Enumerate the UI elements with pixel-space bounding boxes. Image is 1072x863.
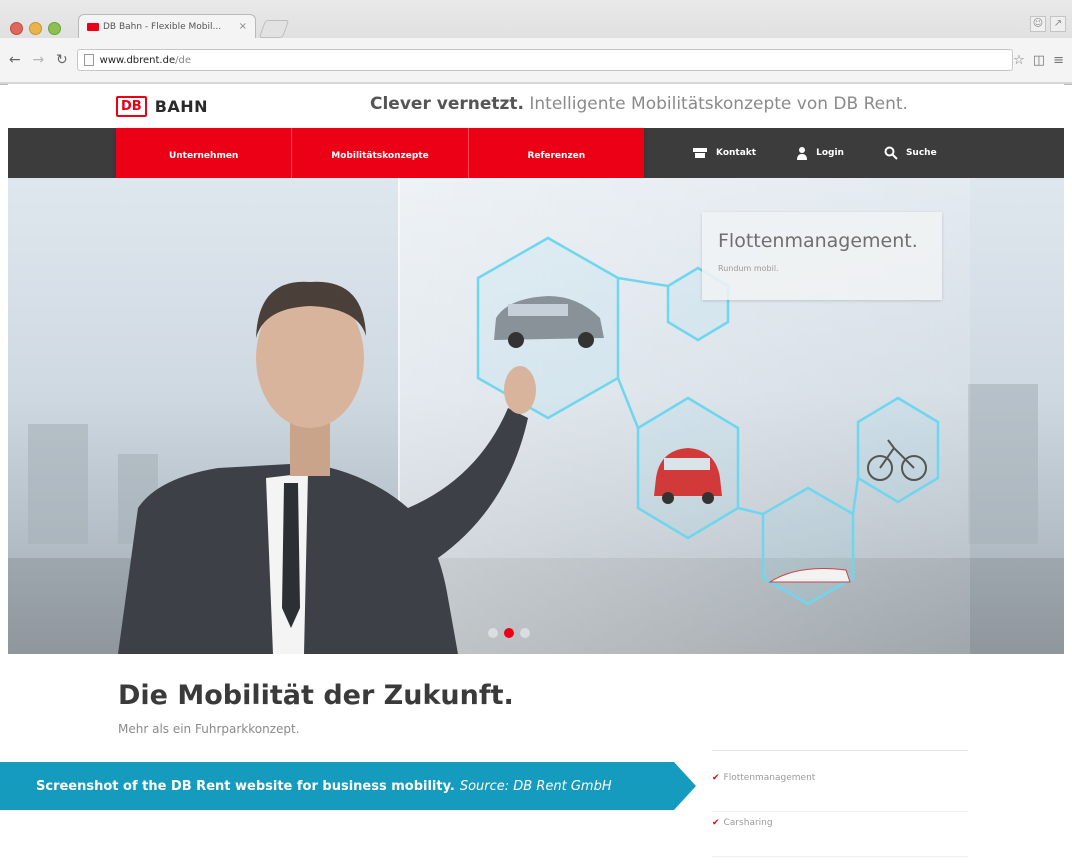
profile-controls: ☺ ↗ [1030,16,1066,32]
slider-dots [488,628,530,638]
slider-dot-active[interactable] [504,628,514,638]
login-link[interactable]: Login [796,146,844,160]
claim-bold: Clever vernetzt. [370,94,524,114]
window-controls [10,22,61,35]
login-label: Login [816,148,844,158]
zoom-window-button[interactable] [48,22,61,35]
nav-item-mobilitaetskonzepte[interactable]: Mobilitätskonzepte [292,128,469,184]
page-headline: Die Mobilität der Zukunft. [118,680,514,711]
nav-item-unternehmen[interactable]: Unternehmen [116,128,293,184]
primary-nav: Unternehmen Mobilitätskonzepte Referenze… [116,128,644,184]
hexagon-train-icon [761,486,855,606]
site-header: DB BAHN Clever vernetzt. Intelligente Mo… [8,84,1064,128]
list-item[interactable]: ✔ Carsharing [712,818,968,857]
db-logo-word: BAHN [154,96,209,116]
db-logo-box: DB [116,95,147,117]
page-icon [83,54,94,66]
browser-toolbar: ← → ↻ www.dbrent.de /de ☆ ◫ ≡ [0,38,1072,82]
back-arrow-icon[interactable]: ← [6,52,24,68]
toolbar-right: ☆ ◫ ≡ [1013,53,1064,68]
close-window-button[interactable] [10,22,23,35]
browser-tab[interactable]: DB Bahn - Flexible Mobil... × [78,14,256,38]
user-icon [797,147,808,160]
contact-link[interactable]: Kontakt [692,147,756,159]
web-page: DB BAHN Clever vernetzt. Intelligente Mo… [8,84,1064,857]
search-icon [884,146,898,160]
url-host: www.dbrent.de [99,54,176,66]
service-list: ✔ Flottenmanagement ✔ Carsharing [712,750,968,863]
mailbox-icon [693,148,707,158]
site-claim: Clever vernetzt. Intelligente Mobilitäts… [370,94,908,114]
hero-slider[interactable]: Flottenmanagement. Rundum mobil. [8,178,1064,654]
forward-arrow-icon[interactable]: → [30,52,48,68]
tab-close-icon[interactable]: × [239,21,247,32]
url-path: /de [175,54,191,66]
profile-icon[interactable]: ☺ [1030,16,1046,32]
check-icon: ✔ [712,818,720,828]
nav-item-referenzen[interactable]: Referenzen [469,128,644,184]
check-icon: ✔ [712,773,720,783]
list-item[interactable]: ✔ Flottenmanagement [712,773,968,812]
hexagon-bike-icon [856,396,940,504]
db-favicon-icon [87,22,99,31]
list-divider [712,750,968,751]
feature-title: Flottenmanagement. [718,230,918,252]
businessman-figure [118,281,536,654]
list-item-label: Flottenmanagement [723,773,816,783]
menu-icon[interactable]: ≡ [1053,53,1064,68]
minimize-window-button[interactable] [29,22,42,35]
claim-rest: Intelligente Mobilitätskonzepte von DB R… [523,94,908,114]
bookmark-star-icon[interactable]: ☆ [1013,53,1025,68]
reload-icon[interactable]: ↻ [53,52,71,68]
contact-label: Kontakt [716,148,757,158]
db-bahn-logo[interactable]: DB BAHN [116,95,209,117]
extension-icon[interactable]: ◫ [1033,53,1045,68]
feature-subtitle: Rundum mobil. [718,264,779,273]
slider-dot[interactable] [488,628,498,638]
feature-teaser[interactable]: Flottenmanagement. Rundum mobil. [702,212,942,300]
main-navbar: Unternehmen Mobilitätskonzepte Referenze… [8,128,1064,184]
search-label: Suche [905,148,937,158]
search-link[interactable]: Suche [884,146,937,160]
utility-nav: Kontakt Login Suche [692,128,937,178]
browser-chrome: DB Bahn - Flexible Mobil... × ☺ ↗ ← → ↻ … [0,0,1072,85]
caption-main: Screenshot of the DB Rent website for bu… [36,778,455,794]
caption-banner: Screenshot of the DB Rent website for bu… [0,762,696,810]
address-bar[interactable]: www.dbrent.de /de [76,49,1014,71]
list-item-label: Carsharing [723,818,773,828]
tab-title: DB Bahn - Flexible Mobil... [103,21,222,32]
slider-dot[interactable] [520,628,530,638]
page-subline: Mehr als ein Fuhrparkkonzept. [118,722,300,736]
new-tab-button[interactable] [258,20,290,38]
caption-source: Source: DB Rent GmbH [459,778,612,794]
fullscreen-icon[interactable]: ↗ [1050,16,1066,32]
